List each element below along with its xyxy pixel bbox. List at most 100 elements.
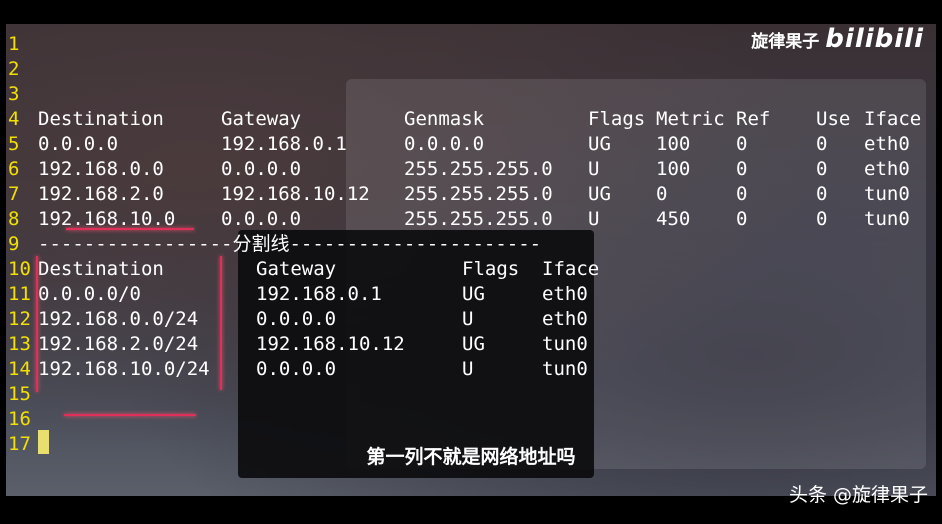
line-number: 6 — [8, 158, 20, 180]
terminal-line: 7 192.168.2.0 192.168.10.12 255.255.255.0 UG… — [6, 182, 936, 207]
line-cell: 192.168.2.0/24 — [38, 333, 199, 355]
bracket-mark-left — [36, 256, 38, 392]
line-cell: 255.255.255.0 — [404, 158, 553, 180]
line-number: 8 — [8, 208, 20, 230]
line-cell: 0 — [816, 133, 828, 155]
line-cell: 192.168.0.1 — [256, 283, 382, 305]
terminal-line: 9 -----------------分割线-------------------… — [6, 232, 936, 257]
line-cell: 192.168.2.0 — [38, 183, 164, 205]
underline-mark-1 — [66, 228, 194, 230]
terminal-line: 16 — [6, 407, 936, 432]
line-cell: 0 — [816, 158, 828, 180]
line-number: 3 — [8, 83, 20, 105]
line-number: 13 — [8, 333, 31, 355]
line-cell: 192.168.10.12 — [256, 333, 405, 355]
line-cell: 255.255.255.0 — [404, 183, 553, 205]
terminal-line: 6 192.168.0.0 0.0.0.0 255.255.255.0 U 100 0 0 et… — [6, 157, 936, 182]
bracket-mark-right — [220, 256, 222, 390]
line-cell: 192.168.0.0/24 — [38, 308, 199, 330]
terminal-line: 12 192.168.0.0/24 0.0.0.0 Ueth0 — [6, 307, 936, 332]
line-cell: 0 — [736, 133, 748, 155]
line-cell: Use — [816, 108, 851, 130]
line-cell: 0 — [736, 158, 748, 180]
line-number: 9 — [8, 233, 20, 255]
terminal-line: 5 0.0.0.0 192.168.0.1 0.0.0.0 UG 100 0 0 eth0 — [6, 132, 936, 157]
line-cell: tun0 — [542, 333, 588, 355]
line-cell: UG — [588, 183, 611, 205]
terminal-line: 15 — [6, 382, 936, 407]
terminal-line: 3 — [6, 82, 936, 107]
line-cell: UG — [462, 283, 485, 305]
line-number: 14 — [8, 358, 31, 380]
bilibili-logo: bilibili — [825, 24, 924, 54]
line-cell: UG — [462, 333, 485, 355]
line-cell: 450 — [656, 208, 691, 230]
line-cell: 0 — [816, 183, 828, 205]
line-cell: Flags — [588, 108, 646, 130]
line-number: 1 — [8, 33, 20, 55]
bilibili-watermark: 旋律果子 bilibili — [751, 24, 924, 54]
line-cell: 0.0.0.0 — [38, 133, 119, 155]
line-cell: 192.168.10.0/24 — [38, 358, 210, 380]
line-cell: 0.0.0.0 — [256, 308, 337, 330]
line-cell: eth0 — [864, 133, 910, 155]
terminal-line: 14 192.168.10.0/24 0.0.0.0 Utun0 — [6, 357, 936, 382]
line-cell: tun0 — [864, 208, 910, 230]
line-cell: tun0 — [864, 183, 910, 205]
line-cell: U — [588, 208, 600, 230]
line-cell: 192.168.0.0 — [38, 158, 164, 180]
line-cell: 100 — [656, 133, 691, 155]
terminal-editor: 1 2 3 4 Destination Gateway Genmask Flags Metric… — [6, 24, 936, 496]
line-cell: U — [462, 358, 474, 380]
line-number: 16 — [8, 408, 31, 430]
terminal-line: 4 Destination Gateway Genmask Flags Metric Ref… — [6, 107, 936, 132]
line-cell: 192.168.0.1 — [221, 133, 347, 155]
line-cell: 0 — [736, 208, 748, 230]
line-number: 7 — [8, 183, 20, 205]
line-number: 11 — [8, 283, 31, 305]
line-cell: 0.0.0.0 — [256, 358, 337, 380]
line-number: 5 — [8, 133, 20, 155]
line-cell: U — [588, 158, 600, 180]
line-cell: Gateway — [221, 108, 302, 130]
line-number: 12 — [8, 308, 31, 330]
terminal-line: 10 Destination Gateway Flags Iface — [6, 257, 936, 282]
line-cell: 0.0.0.0 — [221, 158, 302, 180]
terminal-line: 2 — [6, 57, 936, 82]
line-cell: 0.0.0.0 — [221, 208, 302, 230]
line-number: 10 — [8, 258, 31, 280]
line-cell: U — [462, 308, 474, 330]
line-cell: Iface — [864, 108, 922, 130]
line-cell: tun0 — [542, 358, 588, 380]
video-frame: 1 2 3 4 Destination Gateway Genmask Flags Metric… — [0, 0, 942, 524]
line-cell: -----------------分割线--------------------… — [38, 233, 542, 255]
line-cell: 0.0.0.0/0 — [38, 283, 141, 305]
line-cell: eth0 — [542, 283, 588, 305]
line-cell: Destination — [38, 108, 164, 130]
video-subtitle: 第一列不就是网络地址吗 — [366, 446, 576, 468]
letterbox-top — [0, 0, 942, 24]
terminal-line: 13 192.168.2.0/24 192.168.10.12 UG tun0 — [6, 332, 936, 357]
line-number: 15 — [8, 383, 31, 405]
line-number: 4 — [8, 108, 20, 130]
line-cell: Metric — [656, 108, 725, 130]
underline-mark-2 — [64, 414, 196, 416]
terminal-line: 11 0.0.0.0/0 192.168.0.1 UG eth0 — [6, 282, 936, 307]
line-cell: Iface — [542, 258, 600, 280]
line-cell: eth0 — [864, 158, 910, 180]
watermark-author: 旋律果子 — [751, 32, 820, 52]
line-cell: 0.0.0.0 — [404, 133, 485, 155]
line-cell: 0 — [816, 208, 828, 230]
line-cell: UG — [588, 133, 611, 155]
line-cell: Destination — [38, 258, 164, 280]
line-cell: 192.168.10.12 — [221, 183, 370, 205]
line-number: 2 — [8, 58, 20, 80]
line-cell: Flags — [462, 258, 520, 280]
line-cell: 255.255.255.0 — [404, 208, 553, 230]
toutiao-credit: 头条 @旋律果子 — [788, 484, 928, 506]
line-cell: Genmask — [404, 108, 485, 130]
line-cell: 0 — [736, 183, 748, 205]
line-cell: 0 — [656, 183, 668, 205]
line-cell: 100 — [656, 158, 691, 180]
line-cell: Gateway — [256, 258, 337, 280]
